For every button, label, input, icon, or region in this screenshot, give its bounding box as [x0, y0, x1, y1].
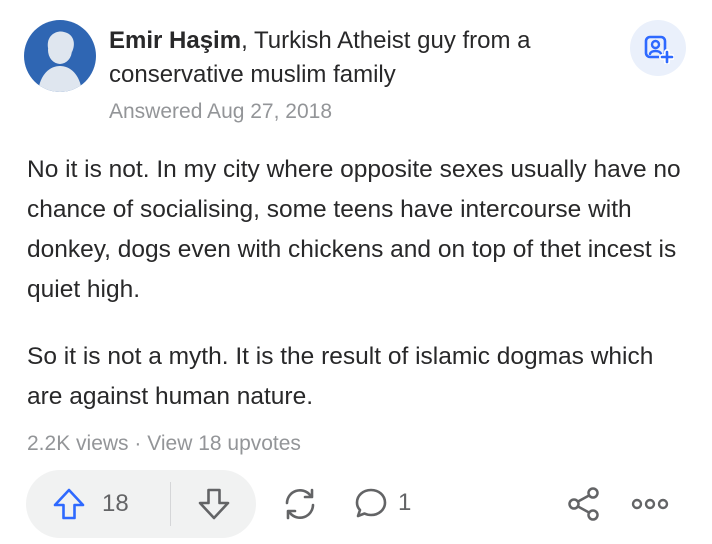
answer-body: No it is not. In my city where opposite … — [27, 150, 687, 417]
avatar[interactable] — [24, 20, 96, 92]
view-upvotes-link[interactable]: View 18 upvotes — [147, 432, 301, 455]
reshare-button[interactable] — [281, 486, 319, 522]
stats-separator: · — [128, 432, 148, 455]
downvote-button[interactable] — [171, 470, 256, 538]
comment-bubble-icon — [355, 488, 387, 518]
avatar-silhouette-icon — [38, 31, 82, 92]
arrow-down-icon — [198, 488, 229, 520]
arrow-up-icon — [53, 488, 85, 520]
author-info: Emir Haşim, Turkish Atheist guy from a c… — [109, 24, 609, 124]
more-dots-icon — [631, 498, 669, 510]
upvote-count: 18 — [102, 490, 129, 517]
author-line: Emir Haşim, Turkish Atheist guy from a c… — [109, 24, 609, 92]
reshare-icon — [285, 488, 315, 520]
answer-stats: 2.2K views · View 18 upvotes — [27, 432, 301, 456]
follow-button[interactable] — [630, 20, 686, 76]
share-button[interactable] — [566, 486, 602, 522]
author-name[interactable]: Emir Haşim — [109, 27, 241, 54]
add-person-icon — [644, 35, 674, 64]
answer-paragraph: So it is not a myth. It is the result of… — [27, 343, 654, 410]
view-count: 2.2K views — [27, 432, 129, 455]
vote-control: 18 — [26, 470, 256, 538]
share-icon — [568, 487, 599, 521]
answer-paragraph: No it is not. In my city where opposite … — [27, 156, 681, 303]
more-options-button[interactable] — [630, 490, 670, 518]
upvote-button[interactable]: 18 — [26, 470, 170, 538]
comment-count: 1 — [398, 489, 412, 516]
answered-date[interactable]: Answered Aug 27, 2018 — [109, 100, 609, 124]
comment-button[interactable]: 1 — [354, 486, 411, 520]
